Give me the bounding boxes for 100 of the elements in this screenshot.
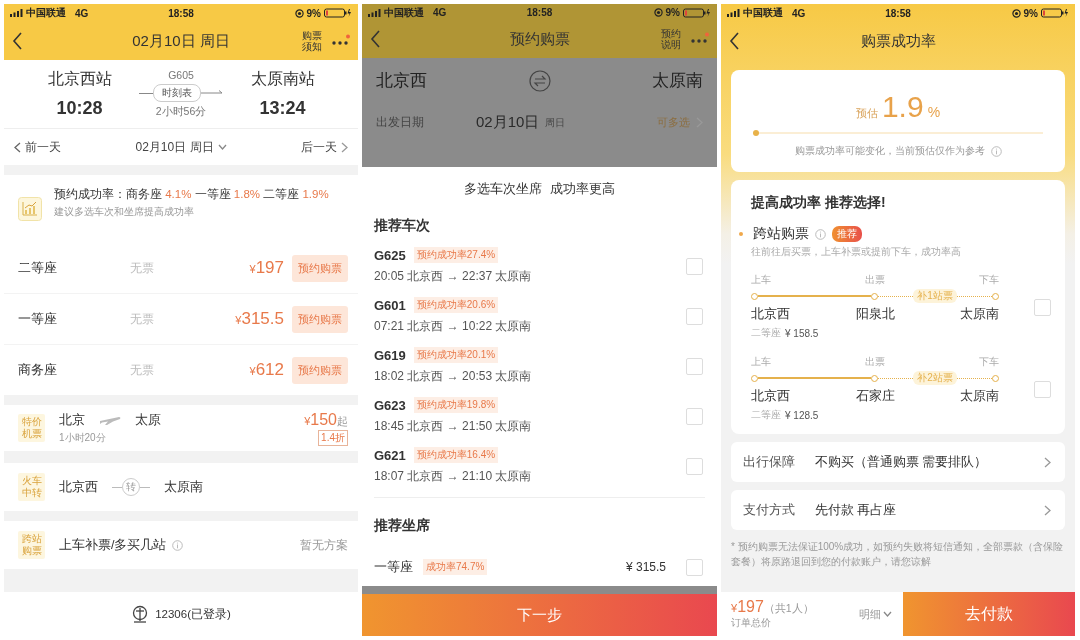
clock-time: 18:58: [885, 7, 911, 19]
city-name: 太原: [135, 411, 161, 429]
trip-duration: 2小时56分: [155, 105, 207, 119]
dotted-line: [956, 295, 992, 297]
ticket-status: 无票: [130, 259, 155, 277]
network-type: 4G: [75, 7, 89, 19]
station-name: 阳泉北: [855, 305, 895, 323]
checkbox[interactable]: [686, 307, 703, 325]
battery-percent: 9%: [306, 7, 321, 19]
signal-icon: [368, 8, 381, 17]
schedule-text: 18:02 北京西 → 20:53 太原南: [374, 368, 533, 385]
schedule-text: 07:21 北京西 → 10:22 太原南: [374, 318, 533, 335]
checkbox[interactable]: [686, 457, 703, 475]
train-number: G605: [168, 69, 194, 81]
chevron-right-icon: [341, 141, 348, 153]
schedule-text: 18:07 北京西 → 21:10 太原南: [374, 468, 533, 485]
station-name: 北京西: [59, 478, 98, 496]
page-title: 预约购票: [508, 30, 571, 49]
settings-row[interactable]: 出行保障 不购买（普通购票 需要排队）: [731, 442, 1065, 482]
train-number: G625: [374, 247, 406, 263]
stop-label: 上车: [751, 273, 771, 287]
train-number: G619: [374, 347, 406, 363]
checkbox[interactable]: [686, 558, 703, 576]
checkbox[interactable]: [686, 257, 703, 275]
carrier-name: 中国联通: [26, 6, 66, 20]
stop-label: 上车: [751, 355, 771, 369]
checkbox[interactable]: [686, 357, 703, 375]
next-step-button[interactable]: 下一步: [362, 594, 717, 636]
section-heading: 推荐车次: [373, 217, 431, 235]
total-label: 订单总价: [731, 616, 772, 630]
price: ¥ 315.5: [625, 560, 666, 574]
station-name: 太原南: [960, 305, 999, 323]
timetable-button[interactable]: 时刻表: [153, 84, 201, 102]
station-name: 北京西: [751, 387, 790, 405]
reserve-button[interactable]: 预约购票: [292, 356, 348, 384]
chevron-right-icon: [1044, 504, 1051, 516]
login-status: 12306(已登录): [155, 606, 231, 622]
notice-link[interactable]: 预约说明: [660, 28, 681, 51]
pay-button[interactable]: 去付款: [903, 592, 1075, 636]
battery-icon: [683, 7, 711, 18]
stop-label: 出票: [865, 273, 885, 287]
train-number: G601: [374, 297, 406, 313]
checkbox[interactable]: [686, 407, 703, 425]
location-lock-icon: [1011, 8, 1021, 18]
estimate-value: 1.9: [881, 90, 924, 124]
dotted-line: [877, 295, 914, 297]
station-name: 北京西: [751, 305, 790, 323]
row-value: 先付款 再占座: [815, 501, 897, 519]
previous-day-button[interactable]: 前一天: [14, 138, 61, 156]
checkbox[interactable]: [1034, 298, 1051, 316]
departure-time: 10:28: [56, 98, 103, 119]
settings-row[interactable]: 支付方式 先付款 再占座: [731, 490, 1065, 530]
section-heading: 推荐坐席: [373, 517, 431, 535]
seat-class: 商务座: [18, 361, 58, 379]
success-rate-tag: 预约成功率20.1%: [413, 347, 499, 363]
dotted-line: [877, 377, 914, 379]
seat-class: 一等座: [18, 310, 58, 328]
back-icon[interactable]: [370, 30, 381, 49]
percent-unit: %: [927, 104, 941, 120]
station-name: 北京西: [376, 70, 427, 93]
extra-stop-tag: 补2站票: [913, 371, 957, 385]
success-rate-text: 预约成功率：商务座 4.1% 一等座 1.8% 二等座 1.9%: [54, 187, 330, 202]
details-toggle[interactable]: 明细: [859, 606, 892, 622]
more-icon[interactable]: [330, 34, 350, 48]
info-icon: [815, 228, 826, 240]
station-name: 石家庄: [855, 387, 895, 405]
chevron-right-icon: [1044, 456, 1051, 468]
chevron-down-icon: [883, 611, 892, 617]
station-name: 太原南: [652, 70, 703, 93]
back-icon[interactable]: [729, 32, 740, 50]
station-name: 北京西站: [47, 69, 112, 89]
success-rate-tag: 预约成功率27.4%: [413, 247, 499, 263]
battery-icon: [1041, 8, 1069, 18]
status-text: 暂无方案: [300, 536, 348, 554]
station-name: 太原南: [164, 478, 203, 496]
checkbox[interactable]: [1034, 380, 1051, 398]
estimate-label: 预估: [855, 106, 878, 121]
reserve-button[interactable]: 预约购票: [292, 305, 348, 333]
info-icon: [990, 145, 1002, 157]
total-price: ¥197: [731, 598, 764, 616]
notice-link[interactable]: 购票须知: [301, 29, 322, 53]
airplane-icon: [99, 414, 121, 426]
clock-time: 18:58: [526, 7, 553, 19]
carrier-name: 中国联通: [743, 6, 783, 20]
card-heading: 提高成功率 推荐选择!: [751, 194, 887, 212]
city-name: 北京: [59, 411, 85, 429]
hint-text: 建议多选车次和坐席提高成功率: [54, 204, 195, 219]
back-icon[interactable]: [12, 32, 23, 50]
price: ¥ 128.5: [785, 409, 819, 421]
reserve-button[interactable]: 预约购票: [292, 254, 348, 282]
field-label: 出发日期: [376, 114, 425, 132]
date-picker[interactable]: 02月10日 周日: [135, 138, 227, 156]
price: ¥197: [249, 258, 284, 278]
signal-icon: [727, 9, 740, 17]
seat-class: 一等座: [374, 558, 413, 576]
info-icon: [172, 539, 184, 551]
line-chart-icon: [18, 197, 42, 221]
next-day-button[interactable]: 后一天: [301, 138, 348, 156]
arrow-icon: [201, 90, 223, 96]
option-description: 往前往后买票，上车补票或提前下车，成功率高: [751, 245, 962, 259]
